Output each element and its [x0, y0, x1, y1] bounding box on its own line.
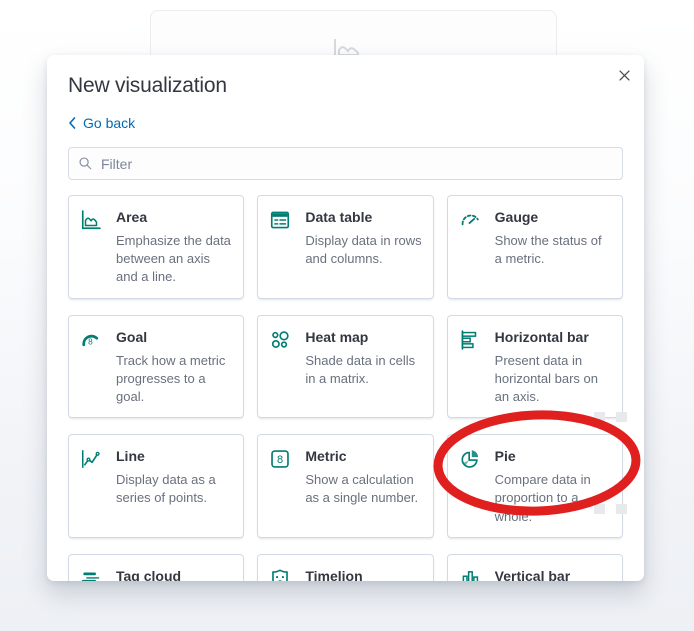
- svg-text:8: 8: [88, 337, 93, 346]
- vis-card-gauge[interactable]: Gauge Show the status of a metric.: [446, 195, 623, 299]
- visualization-card-grid: Area Emphasize the data between an axis …: [68, 195, 623, 581]
- filter-input[interactable]: [68, 147, 623, 180]
- vis-card-description: Present data in horizontal bars on an ax…: [494, 352, 598, 405]
- line-icon: [80, 448, 102, 470]
- vis-card-description: Emphasize the data between an axis and a…: [116, 233, 231, 285]
- vis-card-data-table[interactable]: Data table Display data in rows and colu…: [257, 195, 434, 299]
- svg-text:8: 8: [277, 454, 283, 466]
- new-visualization-modal: New visualization Go back Area Emphasize…: [47, 55, 644, 581]
- vis-card-description: Show a calculation as a single number.: [305, 472, 419, 506]
- vis-card-horizontal-bar[interactable]: Horizontal bar Present data in horizonta…: [446, 314, 623, 419]
- vertical-bar-icon: [459, 568, 481, 581]
- metric-icon: 8: [269, 448, 291, 470]
- vis-card-vertical-bar[interactable]: Vertical bar Present data in vertical ba…: [446, 553, 623, 581]
- vis-card-title: Area: [116, 209, 148, 225]
- vis-card-goal[interactable]: 8 Goal Track how a metric progresses to …: [68, 314, 245, 419]
- vis-card-title: Metric: [305, 448, 347, 465]
- vis-card-title: Tag cloud: [116, 567, 182, 581]
- filter-field-wrap: [68, 147, 623, 180]
- vis-card-title: Timelion: [305, 567, 363, 581]
- vis-card-description: Show the status of a metric.: [494, 233, 602, 267]
- vis-card-description: Display data as a series of points.: [116, 472, 216, 506]
- heat-map-icon: [269, 329, 291, 351]
- vis-card-pie[interactable]: Pie Compare data in proportion to a whol…: [446, 434, 623, 538]
- vis-card-heat-map[interactable]: Heat map Shade data in cells in a matrix…: [257, 314, 434, 419]
- go-back-link[interactable]: Go back: [68, 113, 135, 133]
- page-title: New visualization: [68, 74, 227, 97]
- horizontal-bar-icon: [459, 329, 481, 351]
- vis-card-title: Line: [116, 448, 145, 465]
- goal-icon: 8: [80, 329, 102, 351]
- data-table-icon: [269, 209, 291, 231]
- vis-card-title: Vertical bar: [494, 567, 571, 581]
- vis-card-tag-cloud[interactable]: Tag cloud Display word frequency with fo…: [68, 553, 245, 581]
- magnifier-icon: [79, 157, 92, 170]
- vis-card-title: Gauge: [494, 209, 539, 225]
- vis-card-description: Display data in rows and columns.: [305, 233, 422, 267]
- vis-card-area[interactable]: Area Emphasize the data between an axis …: [68, 195, 245, 299]
- vis-card-description: Compare data in proportion to a whole.: [494, 472, 591, 524]
- vis-card-title: Data table: [305, 209, 373, 225]
- vis-card-timelion[interactable]: Timelion Show time series data on a grap…: [257, 553, 434, 581]
- pie-icon: [459, 448, 481, 470]
- vis-card-title: Pie: [494, 448, 516, 465]
- timelion-icon: [269, 568, 291, 581]
- vis-card-title: Horizontal bar: [494, 328, 589, 345]
- vis-card-title: Heat map: [305, 328, 369, 345]
- close-icon[interactable]: [612, 63, 636, 87]
- go-back-label: Go back: [83, 115, 136, 131]
- tag-cloud-icon: [80, 568, 102, 581]
- gauge-icon: [459, 209, 481, 231]
- vis-card-description: Shade data in cells in a matrix.: [305, 352, 416, 386]
- vis-card-line[interactable]: Line Display data as a series of points.: [68, 434, 245, 538]
- vis-card-description: Track how a metric progresses to a goal.: [116, 352, 226, 405]
- vis-card-title: Goal: [116, 328, 148, 345]
- vis-card-metric[interactable]: 8 Metric Show a calculation as a single …: [257, 434, 434, 538]
- chevron-left-icon: [69, 117, 76, 129]
- area-icon: [80, 209, 102, 231]
